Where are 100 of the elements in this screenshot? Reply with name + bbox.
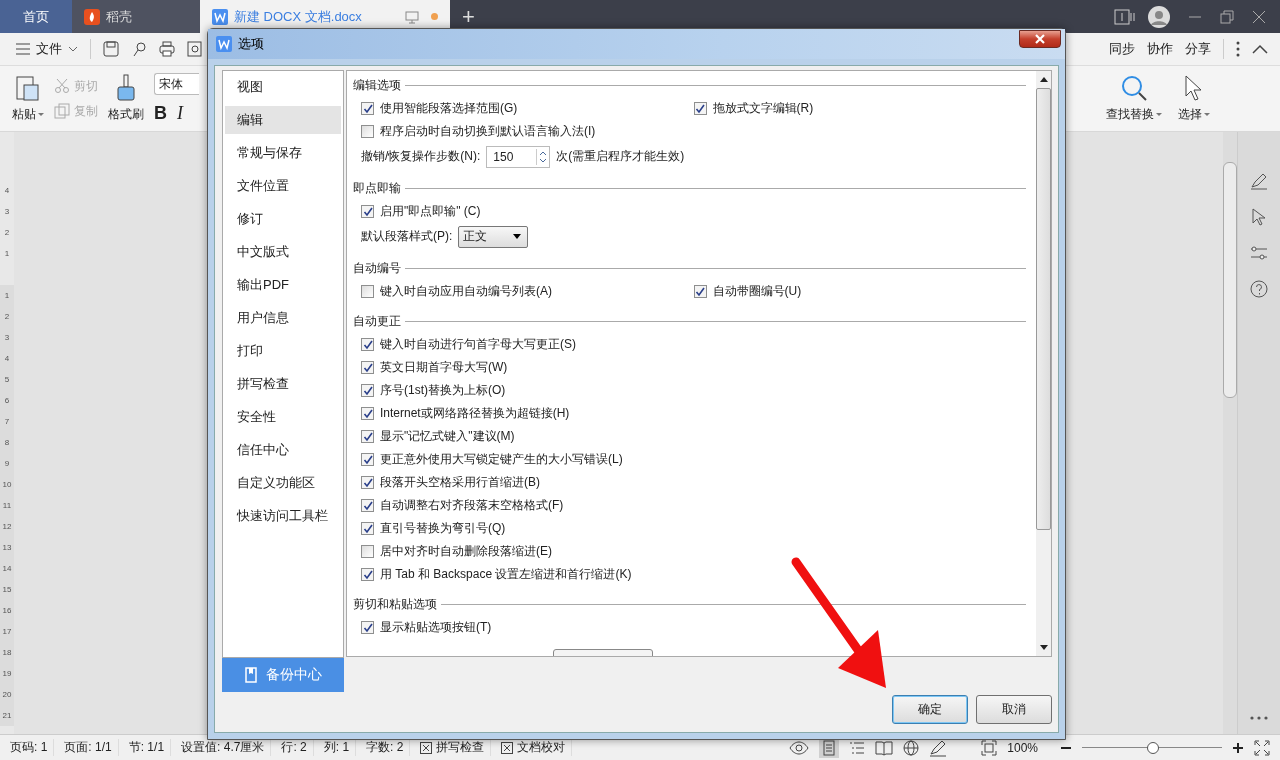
checkbox-option[interactable]: 更正意外使用大写锁定键产生的大小写错误(L) bbox=[361, 448, 623, 471]
checkbox[interactable] bbox=[361, 430, 374, 443]
checkbox[interactable] bbox=[361, 338, 374, 351]
checkbox[interactable] bbox=[361, 407, 374, 420]
checkbox-option[interactable]: 直引号替换为弯引号(Q) bbox=[361, 517, 506, 540]
restore-icon[interactable] bbox=[1220, 9, 1234, 24]
category-item[interactable]: 打印 bbox=[225, 337, 341, 365]
checkbox[interactable] bbox=[361, 621, 374, 634]
file-menu[interactable]: 文件 bbox=[16, 40, 78, 58]
collapse-icon[interactable] bbox=[1252, 44, 1268, 54]
sliders-icon[interactable] bbox=[1250, 244, 1268, 262]
cursor-icon[interactable] bbox=[1250, 208, 1268, 226]
checkbox[interactable] bbox=[361, 285, 374, 298]
category-item[interactable]: 常规与保存 bbox=[225, 139, 341, 167]
category-item[interactable]: 安全性 bbox=[225, 403, 341, 431]
checkbox[interactable] bbox=[361, 499, 374, 512]
more-icon[interactable] bbox=[1250, 716, 1268, 720]
close-button[interactable] bbox=[1019, 30, 1061, 48]
dialog-button[interactable]: 确定 bbox=[892, 695, 968, 724]
checkmark-icon bbox=[362, 362, 373, 373]
checkbox[interactable] bbox=[361, 568, 374, 581]
checkbox-option[interactable]: 键入时自动进行句首字母大写更正(S) bbox=[361, 333, 576, 356]
checkbox-option[interactable]: 序号(1st)替换为上标(O) bbox=[361, 379, 506, 402]
checkbox[interactable] bbox=[361, 453, 374, 466]
checkbox-option[interactable]: 用 Tab 和 Backspace 设置左缩进和首行缩进(K) bbox=[361, 563, 632, 586]
ruler-number: 20 bbox=[1, 689, 13, 701]
scrollbar-thumb[interactable] bbox=[1223, 162, 1237, 398]
paste-button[interactable]: 粘贴 bbox=[12, 74, 44, 123]
dialog-button[interactable]: 取消 bbox=[976, 695, 1052, 724]
scroll-up-icon[interactable] bbox=[1039, 77, 1048, 82]
checkbox[interactable] bbox=[361, 361, 374, 374]
category-item[interactable]: 快速访问工具栏 bbox=[225, 502, 341, 530]
help-icon[interactable] bbox=[1250, 280, 1268, 298]
category-item[interactable]: 视图 bbox=[225, 73, 341, 101]
category-item[interactable]: 输出PDF bbox=[225, 271, 341, 299]
category-item[interactable]: 拼写检查 bbox=[225, 370, 341, 398]
scrollbar-thumb[interactable] bbox=[1036, 88, 1051, 530]
category-item[interactable]: 信任中心 bbox=[225, 436, 341, 464]
find-replace-button[interactable]: 查找替换 bbox=[1100, 74, 1168, 123]
outline-icon[interactable] bbox=[849, 739, 866, 756]
checkbox[interactable] bbox=[361, 476, 374, 489]
print-preview-icon[interactable] bbox=[187, 41, 203, 57]
print-icon[interactable] bbox=[159, 41, 175, 57]
checkbox-option[interactable]: 键入时自动应用自动编号列表(A) bbox=[361, 280, 552, 303]
book-icon[interactable] bbox=[875, 739, 894, 756]
toolbar-button[interactable]: 同步 bbox=[1109, 40, 1135, 58]
checkbox-option[interactable]: 自动带圈编号(U) bbox=[693, 280, 802, 303]
category-item[interactable]: 修订 bbox=[225, 205, 341, 233]
checkbox[interactable] bbox=[361, 205, 374, 218]
italic-button[interactable]: I bbox=[177, 103, 183, 124]
category-item[interactable]: 用户信息 bbox=[225, 304, 341, 332]
zoom-level-dropdown[interactable]: 100% bbox=[1007, 740, 1050, 755]
style-dropdown[interactable]: 正文 bbox=[458, 225, 529, 248]
save-icon[interactable] bbox=[103, 41, 119, 57]
new-tab-button[interactable]: + bbox=[450, 3, 487, 30]
checkbox[interactable] bbox=[693, 102, 707, 115]
toolbar-button[interactable]: 协作 bbox=[1147, 40, 1173, 58]
format-painter-button[interactable]: 格式刷 bbox=[108, 74, 144, 123]
number-field[interactable]: 150 bbox=[486, 145, 551, 168]
checkbox-option[interactable]: 自动调整右对齐段落末空格格式(F) bbox=[361, 494, 564, 517]
fit-page-icon[interactable] bbox=[981, 739, 998, 756]
checkbox-option[interactable]: 段落开头空格采用行首缩进(B) bbox=[361, 471, 540, 494]
fullscreen-icon[interactable] bbox=[1254, 739, 1270, 756]
checkbox-option[interactable]: 拖放式文字编辑(R) bbox=[693, 97, 814, 120]
checkbox-option[interactable]: 程序启动时自动切换到默认语言输入法(I) bbox=[361, 120, 596, 143]
more-icon[interactable] bbox=[1236, 41, 1240, 57]
checkbox-option[interactable]: 英文日期首字母大写(W) bbox=[361, 356, 508, 379]
bold-button[interactable]: B bbox=[154, 103, 167, 124]
select-button[interactable]: 选择 bbox=[1178, 74, 1210, 123]
category-item[interactable]: 文件位置 bbox=[225, 172, 341, 200]
document-tab[interactable]: 稻壳 bbox=[72, 0, 200, 33]
checkbox[interactable] bbox=[361, 522, 374, 535]
checkbox[interactable] bbox=[693, 285, 707, 298]
category-item[interactable]: 自定义功能区 bbox=[225, 469, 341, 497]
checkbox[interactable] bbox=[361, 125, 374, 138]
toolbar-button[interactable]: 分享 bbox=[1185, 40, 1211, 58]
checkbox-option[interactable]: 居中对齐时自动删除段落缩进(E) bbox=[361, 540, 552, 563]
pen-icon[interactable] bbox=[929, 738, 948, 757]
checkbox-option[interactable]: 使用智能段落选择范围(G) bbox=[361, 97, 518, 120]
checkbox-option[interactable]: 启用"即点即输" (C) bbox=[361, 200, 481, 223]
globe-icon[interactable] bbox=[903, 739, 920, 756]
eye-icon[interactable] bbox=[789, 740, 810, 755]
avatar-icon[interactable] bbox=[1148, 5, 1170, 28]
checkbox-option[interactable]: 显示"记忆式键入"建议(M) bbox=[361, 425, 515, 448]
document-tab[interactable]: 首页 bbox=[0, 0, 72, 33]
checkbox-option[interactable]: Internet或网络路径替换为超链接(H) bbox=[361, 402, 570, 425]
font-field[interactable]: 宋体 bbox=[154, 73, 199, 95]
zoom-in-icon[interactable] bbox=[1232, 741, 1244, 754]
checkbox-option[interactable]: 显示粘贴选项按钮(T) bbox=[361, 616, 492, 639]
close-icon[interactable] bbox=[1252, 9, 1266, 24]
window-count-icon[interactable] bbox=[1114, 8, 1136, 25]
category-item[interactable]: 中文版式 bbox=[225, 238, 341, 266]
scroll-down-icon[interactable] bbox=[1039, 645, 1048, 650]
checkbox[interactable] bbox=[361, 545, 374, 558]
checkbox[interactable] bbox=[361, 102, 374, 115]
ruler-number: 14 bbox=[1, 563, 13, 575]
category-item[interactable]: 编辑 bbox=[225, 106, 341, 134]
checkbox[interactable] bbox=[361, 384, 374, 397]
ruler-number: 11 bbox=[1, 500, 13, 512]
pen-icon[interactable] bbox=[1250, 172, 1268, 190]
